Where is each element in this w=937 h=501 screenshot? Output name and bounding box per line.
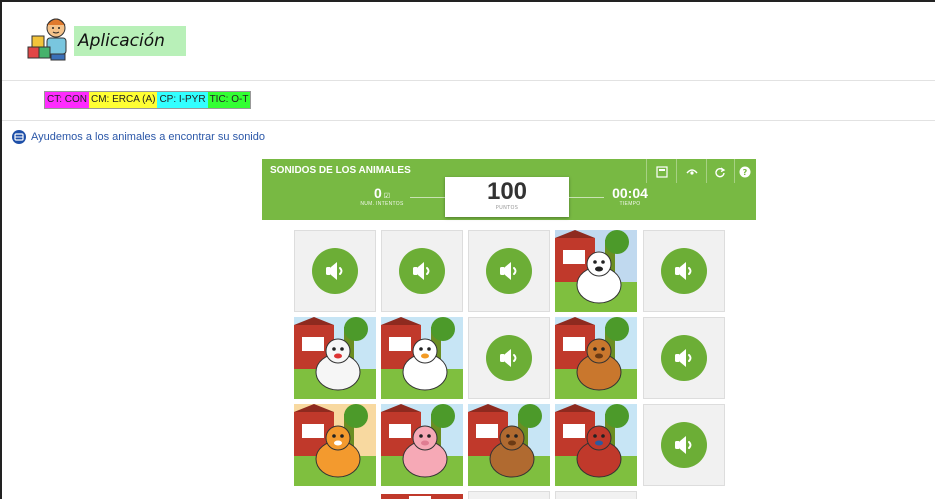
time-label: TIEMPO	[619, 201, 641, 207]
activity-link[interactable]: Ayudemos a los animales a encontrar su s…	[12, 130, 265, 144]
duck-card[interactable]	[381, 317, 463, 399]
cat-card[interactable]	[294, 404, 376, 486]
attempts-label: NUM. INTENTOS	[360, 201, 404, 207]
cow-icon	[555, 230, 637, 312]
divider	[2, 120, 935, 121]
dog-card[interactable]	[468, 404, 550, 486]
tag-cm: CM: ERCA (A)	[89, 92, 158, 108]
time-value: 00:04	[612, 185, 648, 201]
sound-card[interactable]	[643, 317, 725, 399]
speaker-icon	[661, 335, 707, 381]
attempts-icon: ☑	[383, 193, 391, 200]
help-icon[interactable]: ?	[734, 162, 756, 182]
points-label: PUNTOS	[495, 205, 519, 211]
rooster-card[interactable]	[555, 404, 637, 486]
eye-icon[interactable]	[681, 162, 703, 182]
divider	[2, 80, 935, 81]
cat-icon	[294, 404, 376, 486]
partial-sound-card[interactable]	[468, 491, 550, 499]
sound-card[interactable]	[643, 230, 725, 312]
speaker-icon	[486, 248, 532, 294]
hen-card[interactable]	[294, 317, 376, 399]
app-header: Aplicación	[26, 14, 186, 62]
restart-icon[interactable]	[709, 162, 731, 182]
pig-card[interactable]	[381, 404, 463, 486]
attempts-stat: 0 ☑ NUM. INTENTOS	[352, 185, 412, 207]
pig-icon	[381, 404, 463, 486]
rooster-icon	[555, 404, 637, 486]
svg-text:?: ?	[743, 168, 748, 177]
game-panel: SONIDOS DE LOS ANIMALES ? 0 ☑ NUM. INTENT…	[262, 159, 756, 220]
attempts-value: 0	[373, 185, 382, 201]
horse-icon	[555, 317, 637, 399]
hen-icon	[294, 317, 376, 399]
app-frame: Aplicación CT: CON CM: ERCA (A) CP: I-PY…	[0, 0, 935, 499]
speaker-icon	[312, 248, 358, 294]
tag-tic: TIC: O-T	[207, 92, 251, 108]
partial-sound-card[interactable]	[555, 491, 637, 499]
partial-animal-card[interactable]	[381, 491, 463, 499]
activity-link-text[interactable]: Ayudemos a los animales a encontrar su s…	[31, 131, 265, 143]
duck-icon	[381, 317, 463, 399]
points-value: 100	[486, 178, 528, 205]
sound-card[interactable]	[468, 230, 550, 312]
activity-icon	[12, 130, 26, 144]
sound-card[interactable]	[468, 317, 550, 399]
tag-cp: CP: I-PYR	[157, 92, 208, 108]
speaker-icon	[486, 335, 532, 381]
fullscreen-icon[interactable]	[651, 162, 673, 182]
points-box: 100 PUNTOS	[445, 177, 569, 217]
sound-card[interactable]	[294, 230, 376, 312]
kid-blocks-icon	[26, 14, 70, 62]
dog-icon	[468, 404, 550, 486]
app-title: Aplicación	[78, 31, 165, 51]
sound-card[interactable]	[643, 404, 725, 486]
app-title-badge: Aplicación	[74, 26, 186, 56]
speaker-icon	[661, 422, 707, 468]
time-stat: 00:04 TIEMPO	[600, 185, 660, 207]
horse-card[interactable]	[555, 317, 637, 399]
tag-ct: CT: CON	[45, 92, 89, 108]
speaker-icon	[399, 248, 445, 294]
competency-tags: CT: CON CM: ERCA (A) CP: I-PYR TIC: O-T	[44, 91, 252, 109]
cow-card[interactable]	[555, 230, 637, 312]
speaker-icon	[661, 248, 707, 294]
sound-card[interactable]	[381, 230, 463, 312]
game-title: SONIDOS DE LOS ANIMALES	[270, 165, 411, 176]
